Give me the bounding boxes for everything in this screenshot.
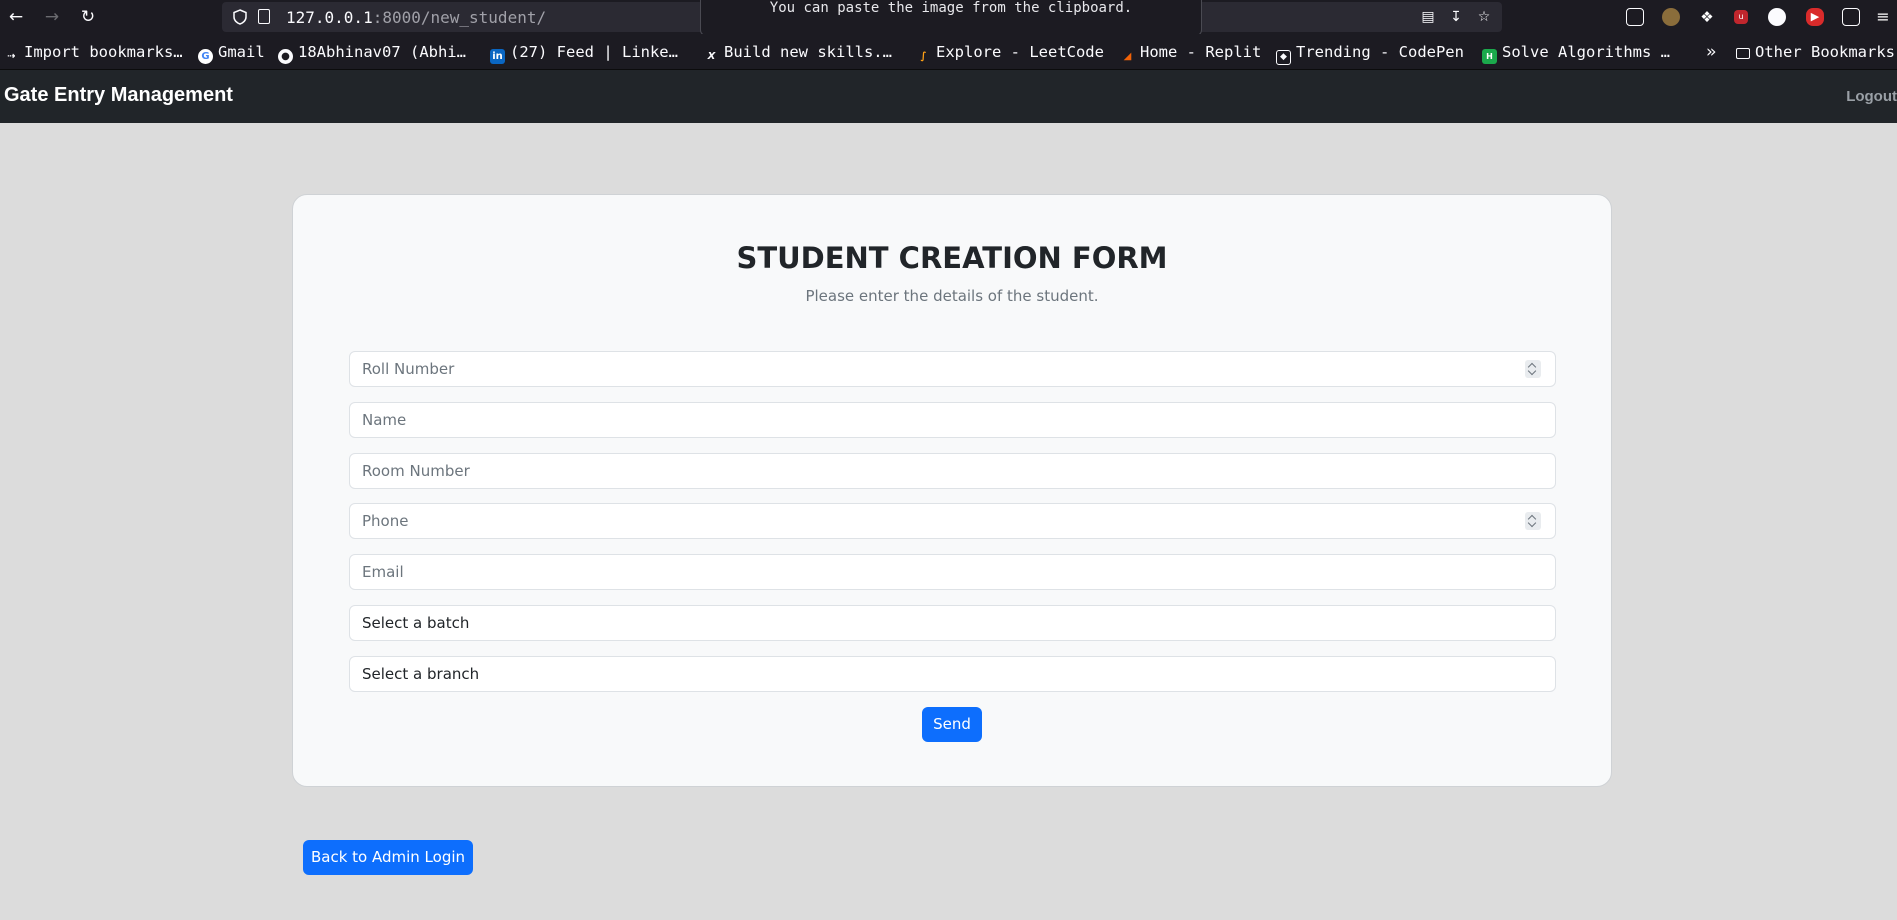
ghost-extension-icon[interactable] (1768, 8, 1786, 26)
bookmark-star-icon[interactable]: ☆ (1474, 7, 1494, 27)
bookmark-build-skills[interactable]: X Build new skills.… (704, 42, 892, 62)
email-input[interactable] (349, 554, 1556, 590)
bookmark-leetcode[interactable]: ∫ Explore - LeetCode (916, 42, 1104, 62)
menu-icon[interactable]: ≡ (1874, 8, 1892, 26)
video-speed-icon[interactable]: ▶ (1806, 8, 1824, 26)
extensions-puzzle-icon[interactable]: ❖ (1698, 8, 1716, 26)
form-title: STUDENT CREATION FORM (736, 241, 1168, 275)
logout-link[interactable]: Logout (1846, 88, 1897, 105)
bookmark-label: Explore - LeetCode (936, 43, 1104, 61)
bookmark-label: 18Abhinav07 (Abhi… (298, 43, 466, 61)
name-input[interactable] (349, 402, 1556, 438)
replit-icon: ◢ (1123, 51, 1132, 62)
x-logo-icon: X (707, 51, 716, 62)
bookmark-label: Solve Algorithms … (1502, 43, 1670, 61)
shield-icon[interactable] (232, 9, 248, 25)
bookmark-github[interactable]: ● 18Abhinav07 (Abhi… (278, 42, 466, 64)
ublock-origin-icon[interactable]: u (1734, 10, 1748, 24)
linkedin-icon: in (490, 49, 505, 64)
bookmark-label: Home - Replit (1140, 43, 1262, 61)
student-form-card: STUDENT CREATION FORM Please enter the d… (292, 194, 1612, 787)
leetcode-icon: ∫ (920, 51, 927, 62)
page-icon (258, 9, 270, 24)
bookmark-linkedin[interactable]: in (27) Feed | Linke… (490, 42, 678, 64)
profile-extension-icon[interactable] (1662, 8, 1680, 26)
pocket-icon[interactable] (1626, 8, 1644, 26)
back-to-admin-login-button[interactable]: Back to Admin Login (303, 840, 473, 875)
room-number-input[interactable] (349, 453, 1556, 489)
browser-toolbar: ← → ↻ 127.0.0.1:8000/new_student/ ▤ ↧ ☆ … (0, 0, 1897, 36)
bookmark-other[interactable]: Other Bookmarks (1736, 42, 1895, 62)
save-to-pocket-icon[interactable]: ↧ (1446, 7, 1466, 27)
phone-input[interactable] (349, 503, 1556, 539)
url-port-path: :8000/new_student/ (372, 8, 547, 27)
brand-title[interactable]: Gate Entry Management (4, 84, 233, 107)
form-subtitle: Please enter the details of the student. (805, 287, 1099, 305)
import-icon: ⇢ (7, 51, 16, 62)
reader-view-icon[interactable]: ▤ (1418, 7, 1438, 27)
bookmarks-overflow-chevron-icon[interactable]: » (1706, 42, 1716, 62)
codepen-icon: ◆ (1276, 50, 1291, 65)
bookmarks-bar: ⇢ Import bookmarks… G Gmail ● 18Abhinav07 (… (0, 34, 1897, 70)
roll-number-stepper-icon[interactable] (1525, 360, 1541, 378)
send-button[interactable]: Send (922, 707, 982, 742)
bookmark-label: Other Bookmarks (1755, 43, 1895, 61)
bookmark-label: Trending - CodePen (1296, 43, 1464, 61)
bookmark-codepen[interactable]: ◆ Trending - CodePen (1276, 42, 1464, 65)
reload-icon[interactable]: ↻ (76, 5, 100, 29)
bookmark-label: (27) Feed | Linke… (510, 43, 678, 61)
google-icon: G (198, 49, 213, 64)
folder-icon (1736, 48, 1750, 59)
bookmark-label: Gmail (218, 43, 265, 61)
bookmark-label: Import bookmarks… (24, 43, 183, 61)
branch-select[interactable]: Select a branch (349, 656, 1556, 692)
bookmark-hackerrank[interactable]: H Solve Algorithms … (1482, 42, 1670, 64)
paste-tooltip: You can paste the image from the clipboa… (700, 0, 1202, 36)
library-icon[interactable] (1842, 8, 1860, 26)
bookmark-gmail[interactable]: G Gmail (198, 42, 265, 64)
batch-select[interactable]: Select a batch (349, 605, 1556, 641)
github-icon: ● (278, 49, 293, 64)
app-navbar: Gate Entry Management Logout (0, 70, 1897, 123)
url-text[interactable]: 127.0.0.1:8000/new_student/ (286, 8, 546, 27)
phone-stepper-icon[interactable] (1525, 512, 1541, 530)
back-arrow-icon[interactable]: ← (4, 5, 28, 29)
bookmark-label: Build new skills.… (724, 43, 892, 61)
hackerrank-icon: H (1482, 49, 1497, 64)
roll-number-input[interactable] (349, 351, 1556, 387)
bookmark-import[interactable]: ⇢ Import bookmarks… (4, 42, 183, 62)
url-host: 127.0.0.1 (286, 8, 373, 27)
bookmark-replit[interactable]: ◢ Home - Replit (1120, 42, 1262, 62)
forward-arrow-icon[interactable]: → (40, 5, 64, 29)
